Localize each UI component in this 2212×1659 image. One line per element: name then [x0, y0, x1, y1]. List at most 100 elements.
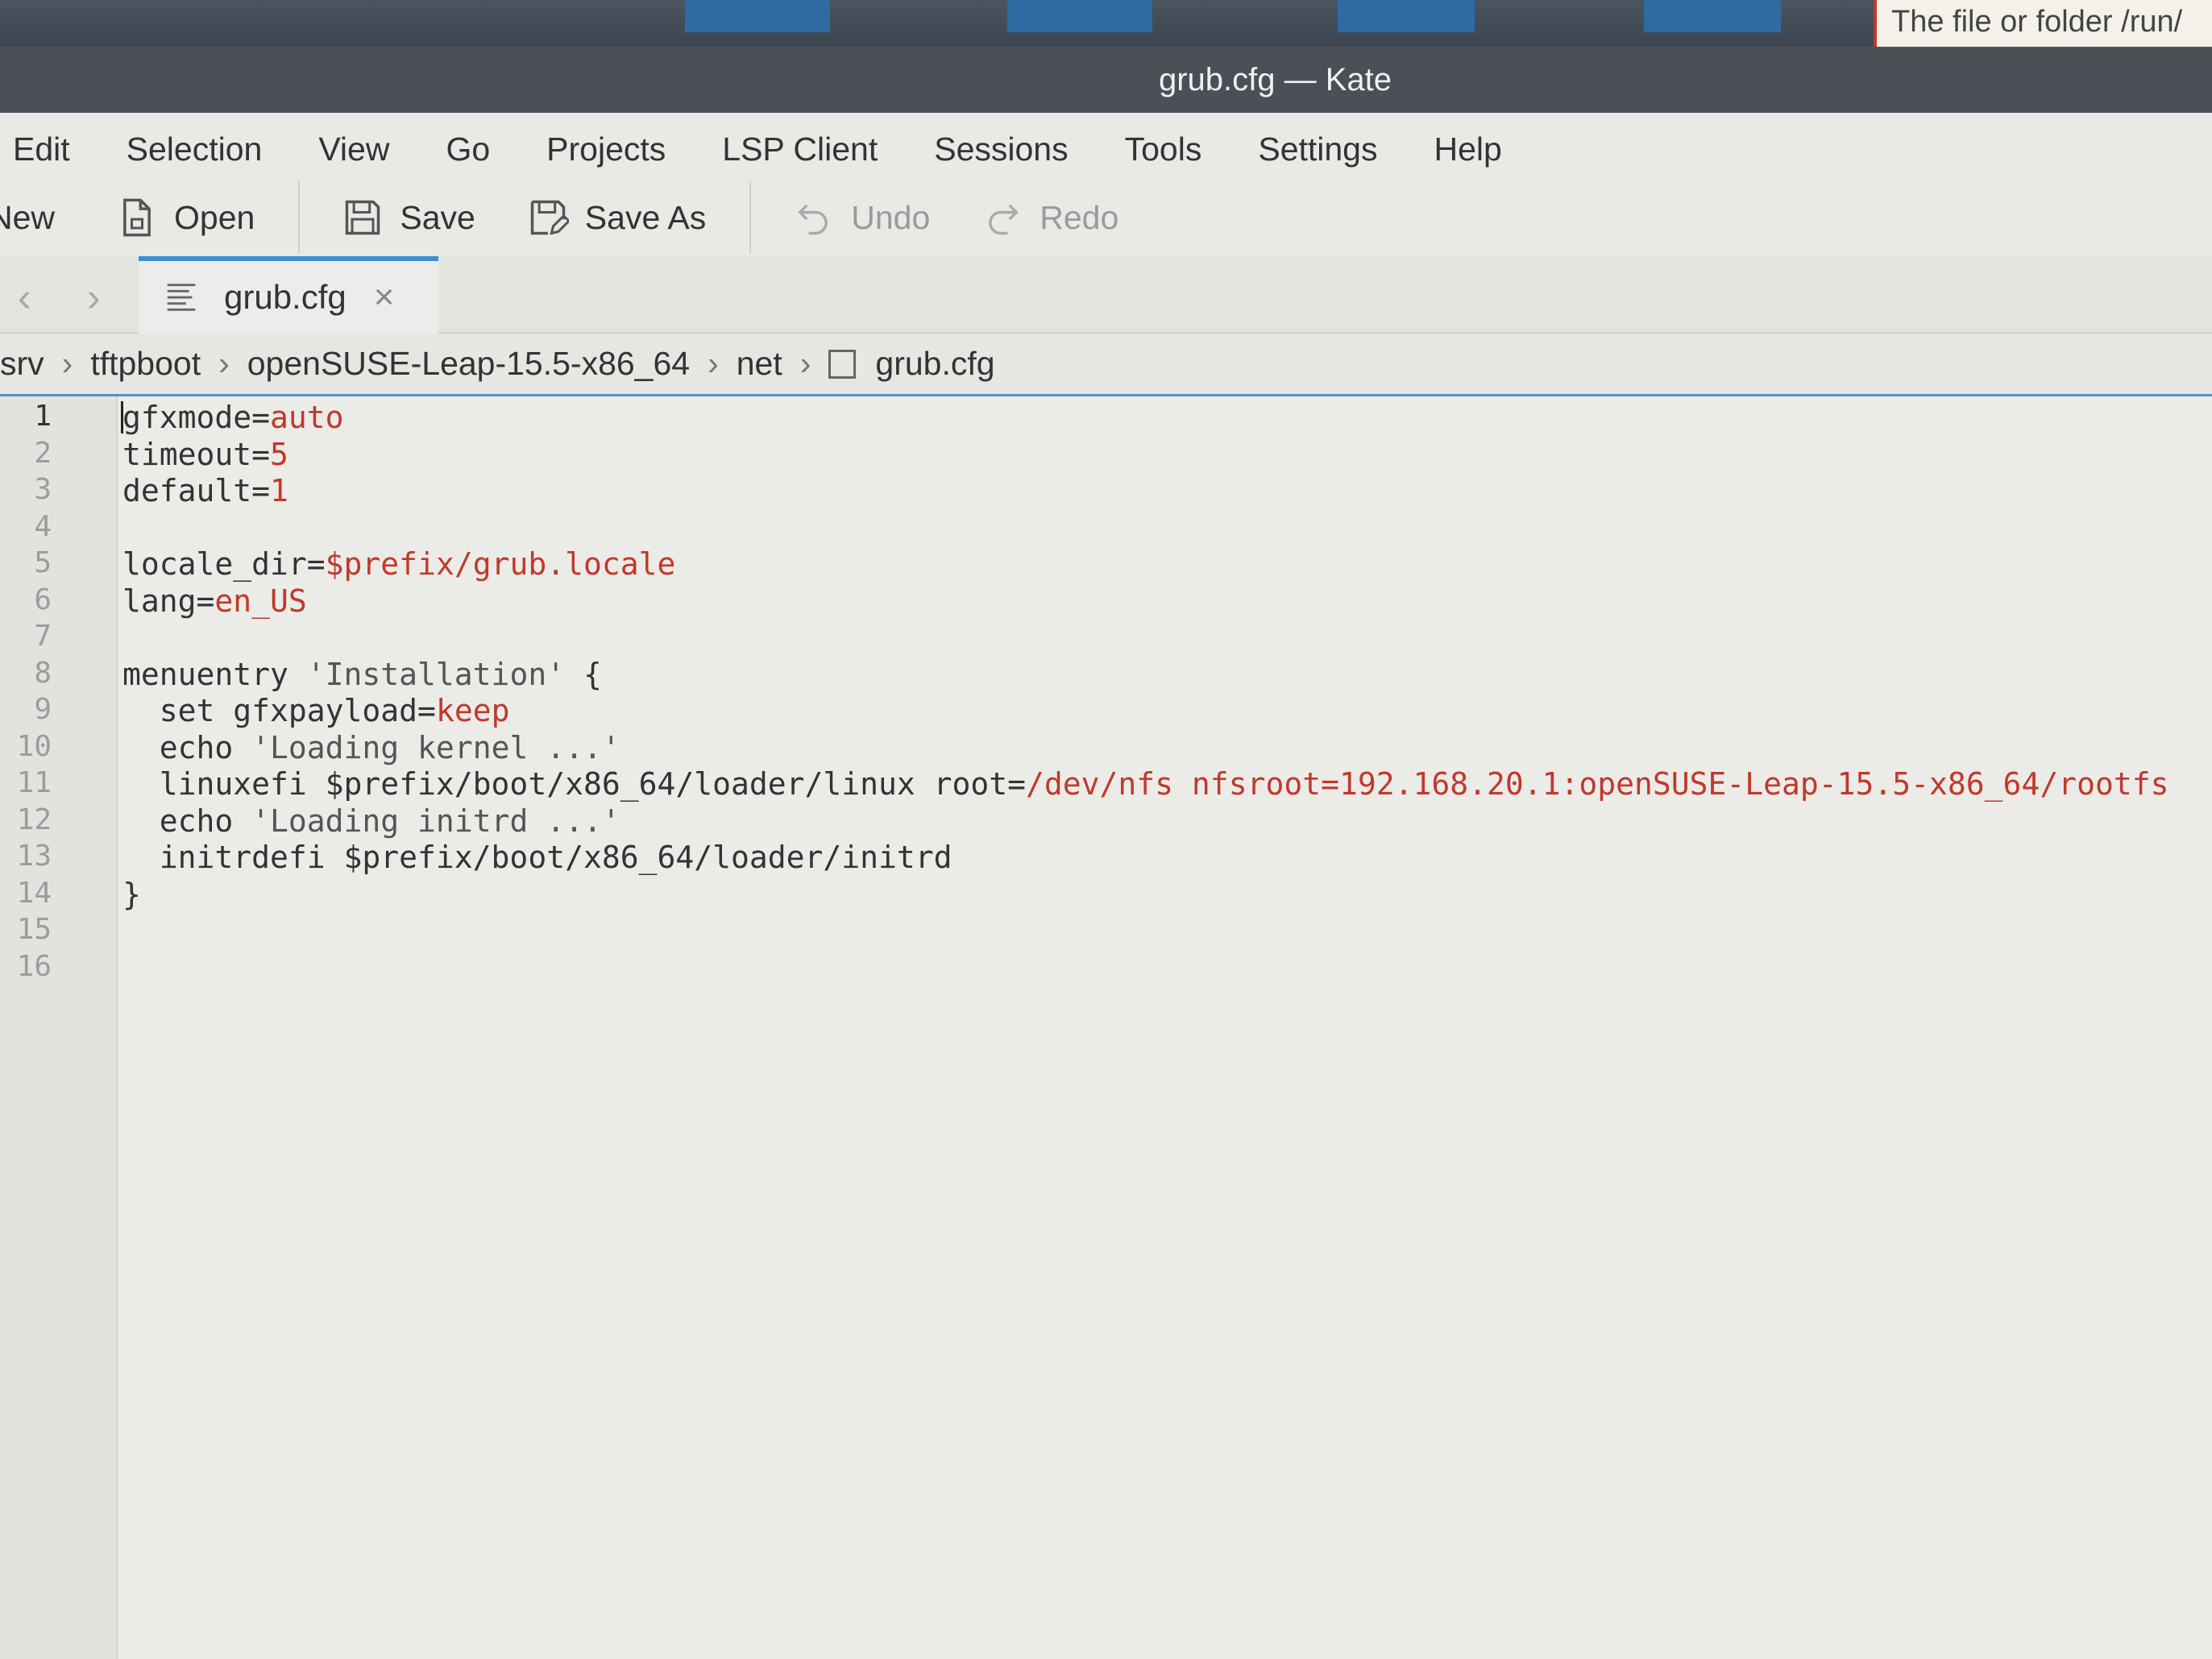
line-number: 5: [34, 546, 52, 579]
new-button[interactable]: New: [0, 199, 55, 237]
line-number: 8: [34, 656, 52, 690]
line-number-gutter: 1 2 3 4 5 6 7 8 9 10 11 12 13 14 15 16: [0, 396, 118, 1659]
menu-help[interactable]: Help: [1434, 131, 1502, 168]
toolbar-separator: [749, 181, 752, 254]
line-number: 1: [34, 400, 52, 433]
chevron-right-icon: ›: [708, 345, 719, 382]
menu-view[interactable]: View: [318, 131, 389, 168]
code-line[interactable]: echo 'Loading kernel ...': [122, 730, 620, 765]
open-file-icon: [123, 198, 151, 237]
chevron-right-icon[interactable]: ›: [87, 274, 101, 321]
notification-popup[interactable]: The file or folder /run/: [1874, 0, 2212, 47]
chevron-right-icon: ›: [799, 345, 811, 382]
redo-button[interactable]: Redo: [981, 197, 1118, 238]
code-token: auto: [270, 400, 344, 435]
code-line[interactable]: initrdefi $prefix/boot/x86_64/loader/ini…: [122, 840, 952, 875]
breadcrumb-item-net[interactable]: net: [737, 345, 782, 383]
code-token: gfxmode=: [122, 400, 271, 435]
chevron-left-icon[interactable]: ‹: [18, 274, 31, 321]
code-line[interactable]: default=1: [122, 473, 288, 508]
line-number: 2: [34, 436, 52, 470]
menu-edit[interactable]: Edit: [13, 131, 70, 168]
window-title: grub.cfg — Kate: [1158, 61, 1392, 97]
code-line[interactable]: locale_dir=$prefix/grub.locale: [122, 546, 675, 582]
menu-sessions[interactable]: Sessions: [934, 131, 1068, 168]
menu-lsp-client[interactable]: LSP Client: [722, 131, 878, 168]
save-icon: [346, 200, 380, 235]
code-token: 'Installation': [306, 656, 566, 692]
breadcrumb-item-opensuse[interactable]: openSUSE-Leap-15.5-x86_64: [247, 345, 690, 383]
notification-text: The file or folder /run/: [1891, 5, 2183, 39]
menu-selection[interactable]: Selection: [127, 131, 263, 168]
save-button[interactable]: Save: [342, 197, 475, 238]
code-token: $prefix/grub.locale: [325, 546, 676, 582]
code-line[interactable]: set gfxpayload=keep: [122, 693, 510, 728]
code-token: 'Loading kernel ...': [251, 729, 620, 765]
code-token: }: [122, 876, 141, 912]
code-token: en_US: [214, 583, 307, 619]
breadcrumb-item-tftpboot[interactable]: tftpboot: [90, 345, 201, 383]
code-token: lang=: [122, 583, 215, 619]
file-icon: [828, 349, 857, 379]
code-token: keep: [435, 693, 510, 728]
panel-task-2[interactable]: [1007, 0, 1152, 32]
breadcrumb: srv › tftpboot › openSUSE-Leap-15.5-x86_…: [0, 334, 2212, 396]
new-label: New: [0, 198, 56, 236]
code-line[interactable]: }: [122, 877, 141, 912]
chevron-right-icon: ›: [218, 345, 230, 382]
save-as-label: Save As: [584, 198, 707, 236]
line-number: 15: [16, 913, 52, 946]
tab-grub-cfg[interactable]: grub.cfg ×: [139, 256, 438, 334]
panel-task-1[interactable]: [685, 0, 830, 32]
code-line[interactable]: lang=en_US: [122, 583, 307, 619]
line-number: 3: [34, 473, 52, 506]
code-token: linuxefi $prefix/boot/x86_64/loader/linu…: [122, 766, 1027, 802]
tab-label: grub.cfg: [224, 278, 347, 316]
line-number: 7: [34, 620, 52, 653]
code-token: default=: [122, 473, 271, 508]
save-as-icon: [530, 200, 569, 235]
code-line[interactable]: timeout=5: [122, 437, 288, 472]
code-token: timeout=: [122, 436, 271, 472]
chevron-right-icon: ›: [61, 345, 73, 382]
menu-tools[interactable]: Tools: [1125, 131, 1202, 168]
code-line[interactable]: echo 'Loading initrd ...': [122, 803, 620, 839]
undo-button[interactable]: Undo: [793, 197, 930, 238]
line-number: 13: [16, 840, 52, 873]
line-number: 12: [16, 803, 52, 836]
code-line[interactable]: linuxefi $prefix/boot/x86_64/loader/linu…: [122, 766, 2169, 802]
panel-task-4[interactable]: [1644, 0, 1781, 32]
line-number: 16: [16, 949, 52, 983]
save-as-button[interactable]: Save As: [527, 197, 706, 238]
code-line[interactable]: gfxmode=auto: [122, 400, 344, 435]
line-number: 14: [16, 876, 52, 910]
toolbar-separator: [298, 181, 301, 254]
code-line[interactable]: menuentry 'Installation' {: [122, 657, 602, 692]
code-editor[interactable]: 1 2 3 4 5 6 7 8 9 10 11 12 13 14 15 16 gfxmode=auto time…: [0, 396, 2212, 1659]
save-label: Save: [400, 198, 475, 236]
undo-icon: [798, 204, 828, 235]
open-button[interactable]: Open: [116, 197, 255, 238]
close-icon[interactable]: ×: [374, 277, 395, 317]
menu-go[interactable]: Go: [446, 131, 490, 168]
code-token: set gfxpayload=: [122, 693, 436, 728]
panel-task-3[interactable]: [1338, 0, 1475, 32]
code-token: {: [565, 656, 602, 692]
code-token: menuentry: [122, 656, 307, 692]
text-file-icon: [167, 284, 196, 311]
menu-settings[interactable]: Settings: [1258, 131, 1377, 168]
desktop-panel: The file or folder /run/: [0, 0, 2212, 47]
code-token: echo: [122, 803, 252, 839]
main-toolbar: New Open Save Save As Undo Redo: [0, 173, 2212, 262]
line-number: 9: [34, 693, 52, 726]
window-titlebar[interactable]: grub.cfg — Kate: [0, 47, 2212, 113]
undo-label: Undo: [851, 198, 931, 236]
breadcrumb-item-srv[interactable]: srv: [0, 345, 44, 383]
line-number: 10: [16, 729, 52, 763]
redo-label: Redo: [1040, 198, 1119, 236]
line-number: 4: [34, 509, 52, 543]
code-token: 'Loading initrd ...': [251, 803, 620, 839]
code-token: 5: [270, 436, 288, 472]
menu-projects[interactable]: Projects: [546, 131, 666, 168]
breadcrumb-item-file[interactable]: grub.cfg: [875, 345, 994, 383]
